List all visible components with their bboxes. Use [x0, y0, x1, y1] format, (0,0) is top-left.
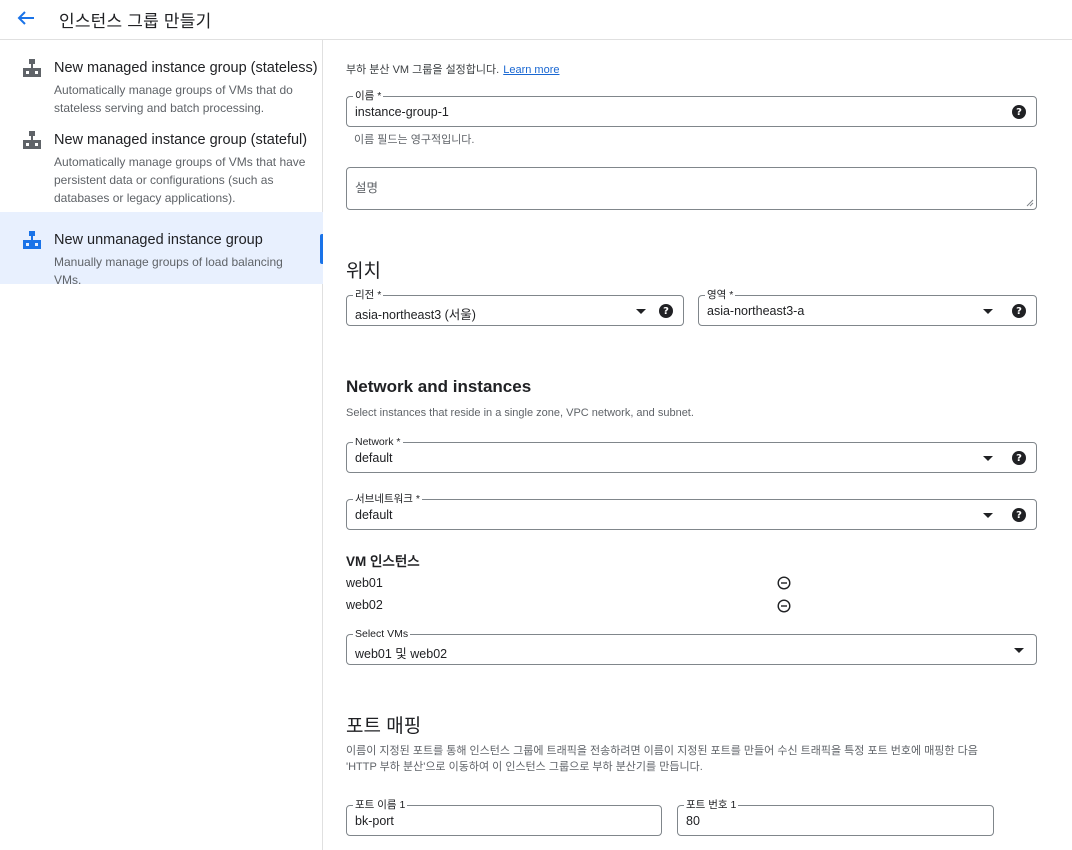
sidebar: New managed instance group (stateless) A… [0, 40, 323, 850]
network-heading: Network and instances [346, 377, 532, 396]
chevron-down-icon[interactable] [983, 513, 993, 518]
vm-list-item: web01 [346, 576, 383, 590]
instance-group-icon [23, 231, 41, 249]
help-icon[interactable]: ? [1012, 304, 1026, 318]
help-icon[interactable]: ? [659, 304, 673, 318]
back-button[interactable] [12, 6, 40, 30]
intro-label: 부하 분산 VM 그룹을 설정합니다. [346, 64, 500, 76]
description-placeholder: 설명 [355, 181, 379, 195]
sidebar-item-managed-stateful[interactable]: New managed instance group (stateful) Au… [0, 112, 323, 212]
intro-text: 부하 분산 VM 그룹을 설정합니다. Learn more [346, 61, 560, 77]
name-label: 이름 * [353, 90, 384, 102]
chevron-down-icon[interactable] [636, 309, 646, 314]
name-value: instance-group-1 [355, 105, 449, 119]
region-select[interactable]: 리전 * asia-northeast3 (서울) ? [346, 289, 684, 326]
name-field[interactable]: 이름 * instance-group-1 ? [346, 90, 1037, 127]
zone-value: asia-northeast3-a [707, 304, 805, 318]
help-icon[interactable]: ? [1012, 105, 1026, 119]
chevron-down-icon[interactable] [983, 456, 993, 461]
location-heading: 위치 [346, 261, 381, 282]
remove-circle-icon[interactable] [777, 576, 791, 590]
port-mapping-description: 이름이 지정된 포트를 통해 인스턴스 그룹에 트래픽을 전송하려면 이름이 지… [346, 743, 1046, 775]
region-label: 리전 * [353, 289, 384, 301]
learn-more-link[interactable]: Learn more [503, 64, 559, 76]
sidebar-item-desc: Manually manage groups of load balancing… [54, 255, 283, 287]
port-mapping-desc-line1: 이름이 지정된 포트를 통해 인스턴스 그룹에 트래픽을 전송하려면 이름이 지… [346, 745, 978, 757]
zone-select[interactable]: 영역 * asia-northeast3-a ? [698, 289, 1037, 326]
network-label: Network * [353, 436, 403, 448]
port-number-label: 포트 번호 1 [684, 799, 739, 811]
sidebar-item-unmanaged[interactable]: New unmanaged instance group Manually ma… [0, 212, 323, 287]
port-name-value: bk-port [355, 814, 394, 828]
port-mapping-desc-line2: 'HTTP 부하 분산'으로 이동하여 이 인스턴스 그룹으로 부하 분산기를 … [346, 761, 703, 773]
vm-instances-heading: VM 인스턴스 [346, 554, 420, 569]
chevron-down-icon[interactable] [983, 309, 993, 314]
instance-group-icon [23, 59, 41, 77]
resize-handle-icon[interactable] [1026, 199, 1034, 207]
help-icon[interactable]: ? [1012, 508, 1026, 522]
vm-list-item: web02 [346, 598, 383, 612]
sidebar-item-title: New managed instance group (stateless) [54, 60, 318, 76]
region-value: asia-northeast3 (서울) [355, 308, 476, 322]
description-textarea[interactable]: 설명 [346, 167, 1037, 210]
subnetwork-label: 서브네트워크 * [353, 493, 422, 505]
network-subtitle: Select instances that reside in a single… [346, 407, 694, 419]
select-vms-dropdown[interactable]: Select VMs web01 및 web02 [346, 628, 1037, 665]
port-number-value: 80 [686, 814, 700, 828]
top-bar: 인스턴스 그룹 만들기 [0, 0, 1072, 40]
help-icon[interactable]: ? [1012, 451, 1026, 465]
page-title: 인스턴스 그룹 만들기 [59, 12, 212, 31]
port-mapping-heading: 포트 매핑 [346, 716, 422, 737]
chevron-down-icon[interactable] [1014, 648, 1024, 653]
subnetwork-value: default [355, 508, 393, 522]
network-value: default [355, 451, 393, 465]
subnetwork-select[interactable]: 서브네트워크 * default ? [346, 493, 1037, 530]
main-form: 부하 분산 VM 그룹을 설정합니다. Learn more 이름 * insta… [324, 40, 1072, 850]
port-name-label: 포트 이름 1 [353, 799, 408, 811]
select-vms-value: web01 및 web02 [355, 647, 448, 661]
port-name-input[interactable]: 포트 이름 1 bk-port [346, 799, 662, 836]
port-number-input[interactable]: 포트 번호 1 80 [677, 799, 994, 836]
sidebar-item-desc: Automatically manage groups of VMs that … [54, 155, 306, 205]
select-vms-label: Select VMs [353, 628, 411, 640]
zone-label: 영역 * [705, 289, 736, 301]
sidebar-item-title: New managed instance group (stateful) [54, 132, 308, 148]
network-select[interactable]: Network * default ? [346, 436, 1037, 473]
name-hint: 이름 필드는 영구적입니다. [354, 134, 475, 146]
instance-group-icon [23, 131, 41, 149]
arrow-left-icon [17, 11, 34, 25]
sidebar-item-managed-stateless[interactable]: New managed instance group (stateless) A… [0, 40, 323, 115]
remove-circle-icon[interactable] [777, 599, 791, 613]
sidebar-item-title: New unmanaged instance group [54, 232, 263, 248]
